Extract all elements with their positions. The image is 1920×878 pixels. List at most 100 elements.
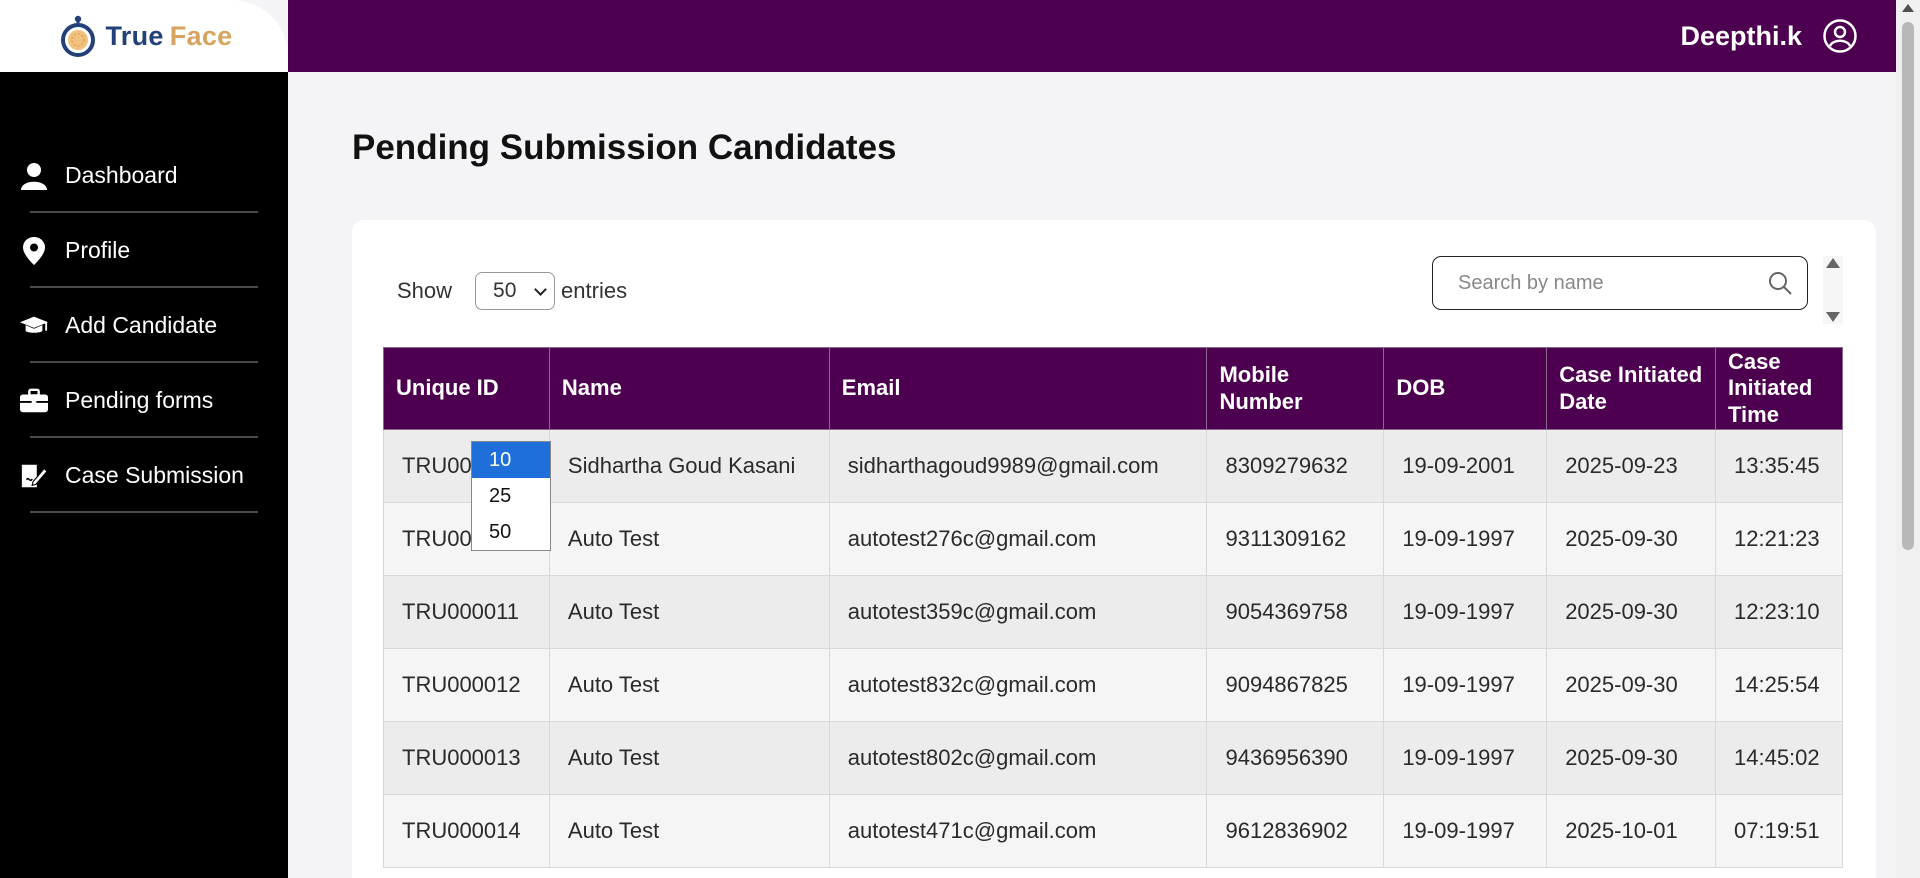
sidebar-item-label: Dashboard (65, 162, 178, 188)
page-size-option[interactable]: 50 (472, 514, 550, 550)
cell-mobile: 9311309162 (1206, 502, 1385, 576)
chevron-down-icon (534, 283, 547, 296)
graduation-cap-icon (20, 312, 48, 340)
sidebar-item-dashboard[interactable]: Dashboard (0, 138, 288, 213)
search-placeholder: Search by name (1458, 271, 1604, 294)
control-scrollbar[interactable] (1823, 256, 1843, 324)
sidebar-item-label: Add Candidate (65, 312, 218, 338)
cell-email: autotest802c@gmail.com (828, 721, 1208, 795)
table-row[interactable]: TRU000011 Auto Test autotest359c@gmail.c… (383, 575, 1843, 649)
cell-email: autotest832c@gmail.com (828, 648, 1208, 722)
column-header-case-initiated-time[interactable]: Case Initiated Time (1715, 347, 1843, 430)
sidebar-item-pending-forms[interactable]: Pending forms (0, 363, 288, 438)
cell-case-date: 2025-09-30 (1546, 575, 1716, 649)
user-icon (20, 162, 48, 190)
page-size-dropdown: 10 25 50 (471, 441, 551, 551)
page-size-option[interactable]: 10 (472, 442, 550, 478)
document-sign-icon (20, 462, 48, 490)
entries-label: entries (561, 278, 628, 303)
cell-dob: 19-09-2001 (1383, 429, 1548, 503)
sidebar-item-label: Case Submission (65, 462, 244, 488)
cell-mobile: 8309279632 (1206, 429, 1385, 503)
cell-case-time: 13:35:45 (1715, 429, 1843, 503)
cell-dob: 19-09-1997 (1383, 648, 1548, 722)
cell-case-date: 2025-09-23 (1546, 429, 1716, 503)
table-row[interactable]: TRU000014 Auto Test autotest471c@gmail.c… (383, 794, 1843, 868)
column-header-mobile-number[interactable]: Mobile Number (1206, 347, 1385, 430)
user-name[interactable]: Deepthi.k (1680, 21, 1802, 52)
page-size-value: 50 (493, 279, 517, 302)
column-header-unique-id[interactable]: Unique ID (383, 347, 550, 430)
sidebar-item-label: Pending forms (65, 387, 214, 413)
sidebar-nav: Dashboard Profile Add Candidate Pending … (0, 138, 288, 513)
column-header-name[interactable]: Name (548, 347, 830, 430)
cell-email: sidharthagoud9989@gmail.com (828, 429, 1208, 503)
sidebar-item-label: Profile (65, 237, 131, 263)
search-icon[interactable] (1767, 270, 1793, 296)
cell-dob: 19-09-1997 (1383, 502, 1548, 576)
scrollbar-thumb[interactable] (1902, 22, 1914, 550)
table-row[interactable]: TRU000012 Auto Test autotest832c@gmail.c… (383, 648, 1843, 722)
brand-name-face: Face (169, 20, 233, 51)
cell-name: Auto Test (548, 721, 830, 795)
cell-unique-id: TRU000014 (383, 794, 550, 868)
sidebar-item-case-submission[interactable]: Case Submission (0, 438, 288, 513)
cell-email: autotest276c@gmail.com (828, 502, 1208, 576)
scroll-up-arrow-icon[interactable] (1902, 4, 1914, 12)
brand-logo[interactable]: True Face (0, 0, 288, 72)
sidebar-item-profile[interactable]: Profile (0, 213, 288, 288)
table-row[interactable]: TRU00 Auto Test autotest276c@gmail.com 9… (383, 502, 1843, 576)
true-face-logo-icon (60, 15, 95, 57)
cell-email: autotest471c@gmail.com (828, 794, 1208, 868)
show-label: Show (397, 278, 453, 303)
table-row[interactable]: TRU000013 Auto Test autotest802c@gmail.c… (383, 721, 1843, 795)
brand-name-true: True (105, 20, 164, 51)
cell-unique-id: TRU000011 (383, 575, 550, 649)
cell-case-time: 14:45:02 (1715, 721, 1843, 795)
cell-unique-id: TRU000012 (383, 648, 550, 722)
page-size-select[interactable]: 50 (475, 272, 556, 310)
cell-case-time: 14:25:54 (1715, 648, 1843, 722)
cell-name: Auto Test (548, 648, 830, 722)
column-header-dob[interactable]: DOB (1383, 347, 1548, 430)
cell-case-date: 2025-09-30 (1546, 502, 1716, 576)
column-header-email[interactable]: Email (828, 347, 1208, 430)
column-header-case-initiated-date[interactable]: Case Initiated Date (1546, 347, 1716, 430)
cell-case-date: 2025-10-01 (1546, 794, 1716, 868)
search-input[interactable]: Search by name (1432, 256, 1808, 310)
brand-name: True Face (106, 21, 233, 52)
cell-name: Sidhartha Goud Kasani (548, 429, 830, 503)
candidates-card: Show 50 entries Search by name Unique ID… (352, 220, 1876, 878)
cell-dob: 19-09-1997 (1383, 721, 1548, 795)
cell-name: Auto Test (548, 502, 830, 576)
page-scrollbar[interactable] (1896, 0, 1920, 878)
cell-mobile: 9436956390 (1206, 721, 1385, 795)
cell-case-time: 12:23:10 (1715, 575, 1843, 649)
entries-control: Show 50 entries (397, 272, 627, 310)
cell-case-time: 12:21:23 (1715, 502, 1843, 576)
cell-unique-id: TRU000013 (383, 721, 550, 795)
page-title: Pending Submission Candidates (352, 128, 897, 167)
candidates-table: Unique ID Name Email Mobile Number DOB C… (383, 347, 1843, 868)
cell-mobile: 9094867825 (1206, 648, 1385, 722)
cell-dob: 19-09-1997 (1383, 794, 1548, 868)
scroll-down-arrow-icon[interactable] (1826, 312, 1840, 322)
top-header: Deepthi.k (288, 0, 1896, 72)
cell-email: autotest359c@gmail.com (828, 575, 1208, 649)
table-header-row: Unique ID Name Email Mobile Number DOB C… (383, 347, 1843, 430)
cell-case-date: 2025-09-30 (1546, 648, 1716, 722)
cell-case-time: 07:19:51 (1715, 794, 1843, 868)
page-size-option[interactable]: 25 (472, 478, 550, 514)
location-pin-icon (20, 236, 48, 265)
cell-dob: 19-09-1997 (1383, 575, 1548, 649)
sidebar-item-add-candidate[interactable]: Add Candidate (0, 288, 288, 363)
cell-mobile: 9612836902 (1206, 794, 1385, 868)
cell-mobile: 9054369758 (1206, 575, 1385, 649)
cell-case-date: 2025-09-30 (1546, 721, 1716, 795)
table-row[interactable]: TRU00 Sidhartha Goud Kasani sidharthagou… (383, 429, 1843, 503)
cell-name: Auto Test (548, 575, 830, 649)
briefcase-icon (20, 387, 48, 415)
sidebar: Dashboard Profile Add Candidate Pending … (0, 72, 288, 878)
user-circle-icon[interactable] (1822, 18, 1858, 54)
scroll-up-arrow-icon[interactable] (1826, 258, 1840, 268)
